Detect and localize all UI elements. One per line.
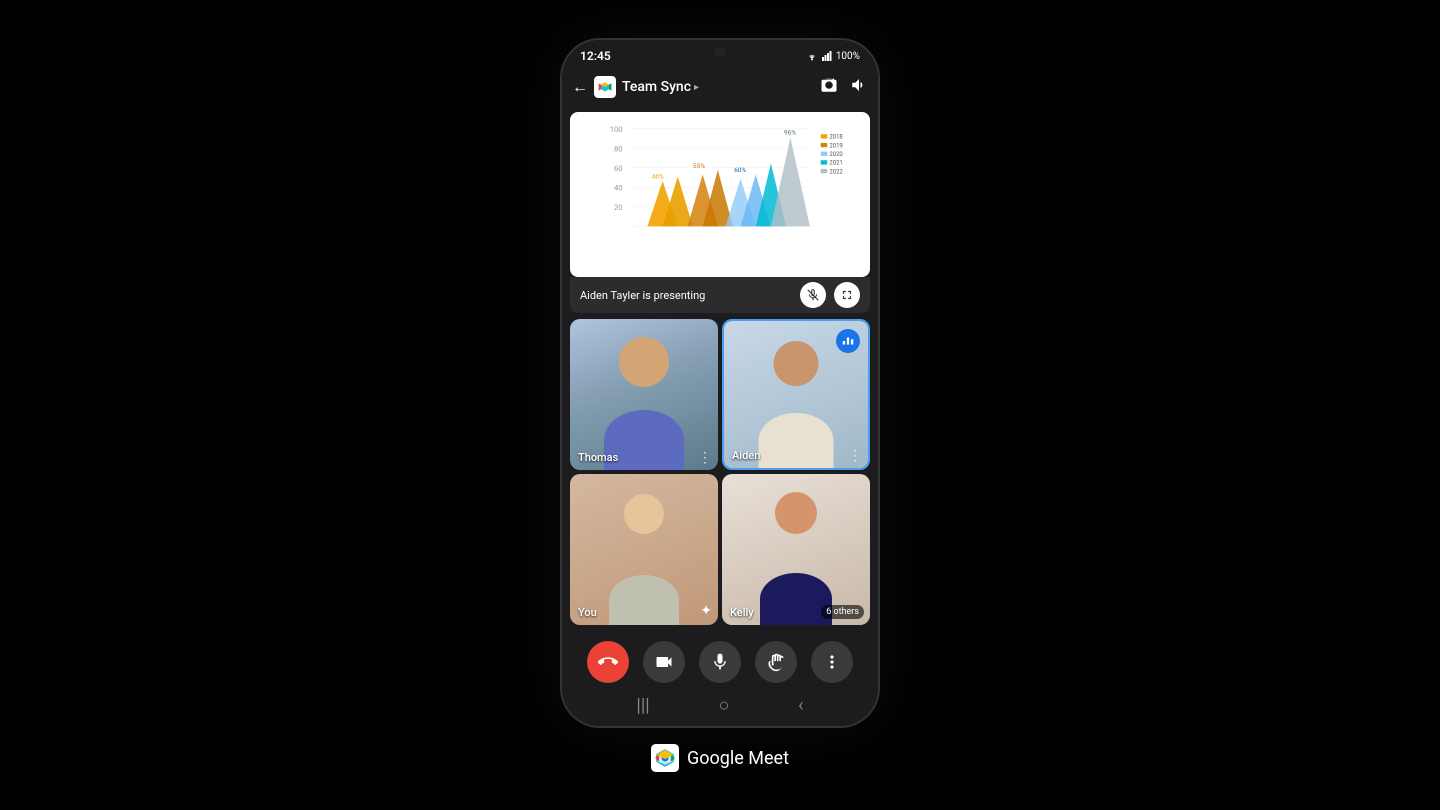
participant-menu-thomas[interactable]: ⋮ — [698, 450, 712, 466]
participant-tile-thomas[interactable]: Thomas ⋮ — [570, 319, 718, 470]
switch-camera-icon[interactable] — [820, 76, 838, 98]
wifi-icon — [806, 51, 818, 61]
status-time: 12:45 — [580, 49, 611, 63]
branding-label: Google Meet — [687, 748, 789, 769]
svg-text:2021: 2021 — [829, 160, 842, 167]
participant-tile-aiden[interactable]: Aiden ⋮ — [722, 319, 870, 470]
mute-presenter-button[interactable] — [800, 282, 826, 308]
nav-back-icon[interactable]: ‹ — [798, 695, 803, 716]
participant-name-kelly: Kelly — [730, 606, 754, 619]
svg-text:2022: 2022 — [829, 168, 843, 175]
back-button[interactable]: ← — [572, 77, 588, 97]
more-options-button[interactable] — [811, 641, 853, 683]
participant-menu-aiden[interactable]: ⋮ — [848, 448, 862, 464]
participant-photo-kelly — [722, 474, 870, 625]
status-icons: 100% — [806, 51, 860, 62]
svg-text:60: 60 — [614, 164, 623, 173]
svg-text:2020: 2020 — [829, 151, 842, 158]
participant-name-thomas: Thomas — [578, 451, 618, 464]
call-controls — [562, 631, 878, 689]
svg-text:100: 100 — [610, 125, 623, 134]
presenter-icons — [800, 282, 860, 308]
participants-grid: Thomas ⋮ Aiden ⋮ You ✦ — [562, 313, 878, 631]
battery-text: 100% — [836, 51, 860, 62]
participant-photo-you — [570, 474, 718, 625]
svg-text:60%: 60% — [734, 166, 746, 174]
status-bar: 12:45 100% — [562, 40, 878, 68]
branding: Google Meet — [651, 744, 789, 772]
svg-text:2019: 2019 — [829, 142, 842, 149]
svg-text:2018: 2018 — [829, 134, 843, 141]
participant-tile-you[interactable]: You ✦ — [570, 474, 718, 625]
speaking-indicator-aiden — [836, 329, 860, 353]
end-call-button[interactable] — [587, 641, 629, 683]
speaker-icon[interactable] — [850, 76, 868, 98]
phone-screen: 12:45 100% ← — [562, 40, 878, 726]
microphone-button[interactable] — [699, 641, 741, 683]
participant-tile-kelly[interactable]: Kelly 6 others — [722, 474, 870, 625]
meet-logo — [594, 76, 616, 98]
nav-recent-icon[interactable]: ||| — [636, 695, 649, 716]
presentation-area: 100 80 60 40 20 46% 55% — [570, 112, 870, 277]
chart-svg: 100 80 60 40 20 46% 55% — [578, 118, 862, 248]
svg-text:80: 80 — [614, 145, 623, 154]
nav-home-icon[interactable]: ○ — [718, 695, 729, 716]
google-meet-logo — [651, 744, 679, 772]
raise-hand-button[interactable] — [755, 641, 797, 683]
presenter-text: Aiden Tayler is presenting — [580, 289, 705, 302]
top-bar-icons — [820, 76, 868, 98]
others-count-badge: 6 others — [821, 605, 864, 619]
phone-device: 12:45 100% ← — [560, 38, 880, 728]
camera-toggle-button[interactable] — [643, 641, 685, 683]
participant-photo-thomas — [570, 319, 718, 470]
fullscreen-button[interactable] — [834, 282, 860, 308]
participant-name-you: You — [578, 606, 597, 619]
svg-text:40: 40 — [614, 184, 623, 193]
svg-text:96%: 96% — [784, 128, 796, 136]
svg-text:46%: 46% — [652, 173, 664, 181]
meeting-title: Team Sync ▸ — [622, 79, 814, 95]
signal-icon — [822, 51, 832, 61]
sparkle-icon: ✦ — [700, 603, 712, 619]
svg-text:55%: 55% — [693, 162, 705, 170]
svg-text:20: 20 — [614, 203, 623, 212]
camera-notch — [714, 46, 726, 58]
chart-container: 100 80 60 40 20 46% 55% — [570, 112, 870, 277]
nav-bar: ||| ○ ‹ — [562, 689, 878, 726]
participant-name-aiden: Aiden — [732, 449, 760, 462]
presenter-bar: Aiden Tayler is presenting — [570, 277, 870, 313]
top-bar: ← Team Sync ▸ — [562, 68, 878, 106]
meeting-chevron: ▸ — [694, 82, 699, 93]
